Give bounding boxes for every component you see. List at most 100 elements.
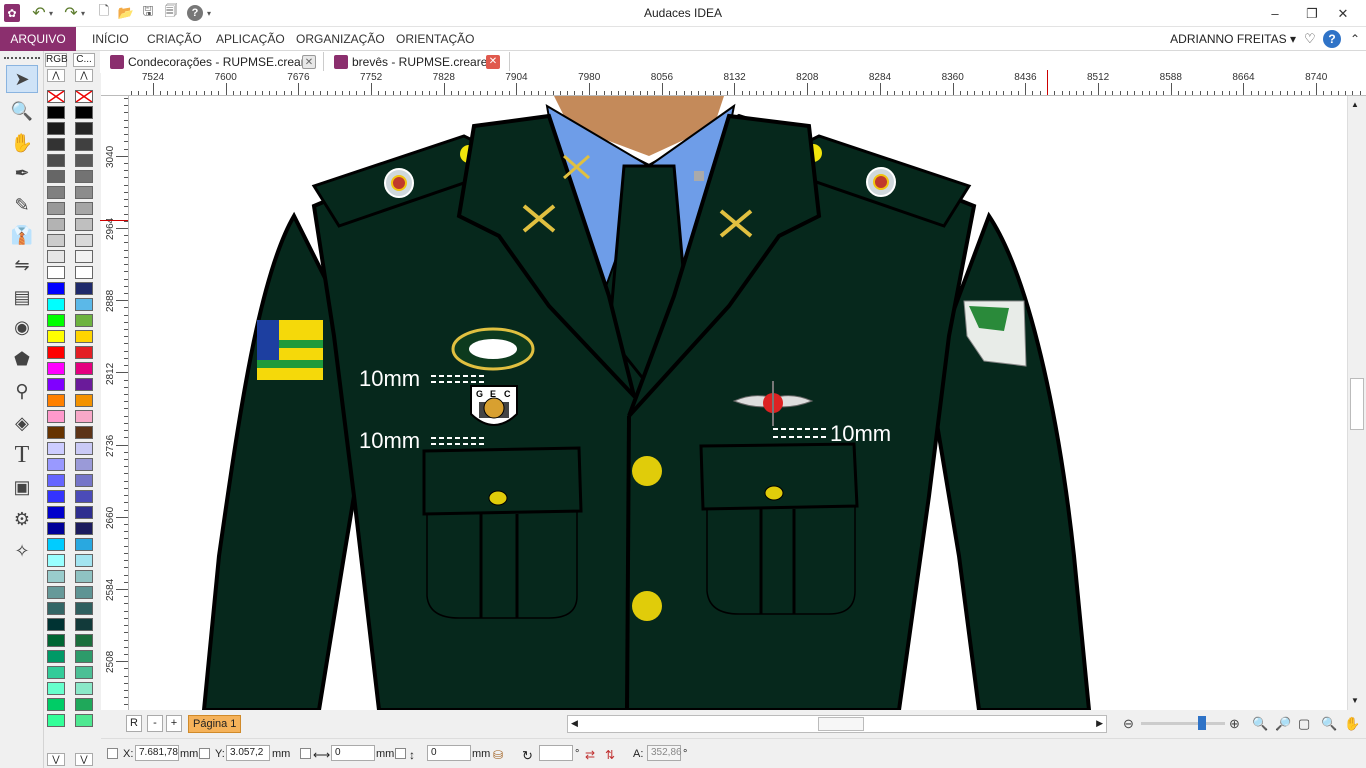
color-swatch[interactable] — [75, 330, 93, 343]
color-swatch[interactable] — [75, 298, 93, 311]
color-swatch[interactable] — [75, 442, 93, 455]
rotation-input[interactable] — [539, 745, 573, 761]
color-swatch[interactable] — [75, 346, 93, 359]
color-swatch[interactable] — [75, 250, 93, 263]
height-input[interactable]: 0 — [427, 745, 471, 761]
user-menu[interactable]: ADRIANNO FREITAS ▾ — [1170, 27, 1296, 51]
measurement-label[interactable]: 10mm — [830, 421, 891, 446]
zoom-in-icon[interactable]: ⊕ — [1229, 716, 1240, 732]
color-swatch[interactable] — [75, 106, 93, 119]
chevron-down-icon[interactable]: ▾ — [47, 4, 55, 22]
color-swatch[interactable] — [47, 474, 65, 487]
drawing-canvas[interactable]: 10mm 10mm 10mm G E C — [129, 96, 1347, 710]
measurement-label[interactable]: 10mm — [359, 366, 420, 391]
zoom-tool-icon[interactable]: 🔍 — [1321, 716, 1337, 732]
page-reset-button[interactable]: R — [126, 715, 142, 732]
palette-scroll-down-icon[interactable]: ⋁ — [75, 753, 93, 766]
color-swatch[interactable] — [47, 282, 65, 295]
color-swatch[interactable] — [75, 474, 93, 487]
color-swatch[interactable] — [75, 202, 93, 215]
color-swatch[interactable] — [47, 698, 65, 711]
color-swatch[interactable] — [47, 122, 65, 135]
x-coordinate-input[interactable]: 7.681,78 — [135, 745, 179, 761]
width-input[interactable]: 0 — [331, 745, 375, 761]
color-swatch[interactable] — [47, 394, 65, 407]
close-tab-icon[interactable]: ✕ — [486, 55, 500, 69]
y-coordinate-input[interactable]: 3.057,2 — [226, 745, 270, 761]
color-swatch[interactable] — [47, 314, 65, 327]
garment-tool-icon[interactable]: 👔 — [6, 221, 38, 249]
lock-proportions-icon[interactable]: ⛁ — [493, 748, 503, 762]
lock-y-checkbox[interactable] — [199, 748, 210, 759]
color-swatch[interactable] — [75, 618, 93, 631]
color-swatch[interactable] — [47, 250, 65, 263]
color-swatch[interactable] — [47, 506, 65, 519]
palette-header[interactable]: RGB — [45, 53, 68, 67]
magic-wand-icon[interactable]: ✧ — [6, 537, 38, 565]
color-swatch[interactable] — [75, 650, 93, 663]
texture-tool-icon[interactable]: ◉ — [6, 313, 38, 341]
scroll-up-arrow-icon[interactable]: ▲ — [1351, 100, 1359, 109]
color-swatch[interactable] — [75, 490, 93, 503]
scrollbar-thumb[interactable] — [1350, 378, 1364, 430]
flip-vertical-icon[interactable]: ⇅ — [605, 748, 615, 762]
zoom-tool-icon[interactable]: 🔍 — [6, 97, 38, 125]
horizontal-scrollbar[interactable]: ◀ ▶ — [567, 715, 1107, 733]
save-icon[interactable]: 🖫 — [140, 3, 156, 22]
color-swatch[interactable] — [47, 442, 65, 455]
color-swatch[interactable] — [75, 586, 93, 599]
color-swatch[interactable] — [47, 298, 65, 311]
color-swatch[interactable] — [75, 554, 93, 567]
color-swatch[interactable] — [47, 570, 65, 583]
color-swatch[interactable] — [47, 490, 65, 503]
flip-horizontal-icon[interactable]: ⇄ — [585, 748, 595, 762]
no-color-swatch[interactable] — [47, 90, 65, 103]
color-swatch[interactable] — [47, 138, 65, 151]
color-swatch[interactable] — [47, 554, 65, 567]
undo-icon[interactable]: ↶ — [30, 4, 48, 22]
redo-icon[interactable]: ↷ — [62, 4, 80, 22]
color-swatch[interactable] — [75, 570, 93, 583]
scroll-right-arrow-icon[interactable]: ▶ — [1096, 718, 1103, 729]
color-swatch[interactable] — [75, 154, 93, 167]
color-swatch[interactable] — [75, 666, 93, 679]
color-swatch[interactable] — [75, 522, 93, 535]
text-tool-icon[interactable]: T — [6, 441, 38, 469]
zoom-fit-icon[interactable]: 🔎 — [1275, 716, 1291, 732]
add-page-button[interactable]: + — [166, 715, 182, 732]
zoom-out-icon[interactable]: ⊖ — [1123, 716, 1134, 732]
color-swatch[interactable] — [47, 218, 65, 231]
horizontal-ruler[interactable]: 7524 7600 7676 7752 7828 7904 7980 8056 8132 8208… — [101, 70, 1366, 96]
palette-scroll-up-icon[interactable]: ⋀ — [75, 69, 93, 82]
lock-height-checkbox[interactable] — [395, 748, 406, 759]
color-swatch[interactable] — [75, 506, 93, 519]
zoom-slider-thumb[interactable] — [1198, 716, 1207, 730]
color-swatch[interactable] — [75, 282, 93, 295]
color-swatch[interactable] — [75, 634, 93, 647]
color-swatch[interactable] — [75, 266, 93, 279]
freehand-tool-icon[interactable]: ✎ — [6, 191, 38, 219]
angle-input[interactable]: 352,86 — [647, 745, 682, 761]
color-swatch[interactable] — [47, 186, 65, 199]
color-swatch[interactable] — [75, 698, 93, 711]
new-file-icon[interactable]: 🗋 — [96, 3, 112, 22]
color-swatch[interactable] — [75, 394, 93, 407]
chevron-down-icon[interactable]: ▾ — [79, 4, 87, 22]
color-swatch[interactable] — [75, 714, 93, 727]
color-swatch[interactable] — [75, 538, 93, 551]
lock-width-checkbox[interactable] — [300, 748, 311, 759]
color-swatch[interactable] — [47, 538, 65, 551]
color-swatch[interactable] — [75, 378, 93, 391]
eyedropper-tool-icon[interactable]: ⚲ — [6, 377, 38, 405]
vertical-ruler[interactable]: 3040 2964 2888 2812 2736 2660 2584 2508 — [100, 96, 129, 710]
color-swatch[interactable] — [75, 218, 93, 231]
scroll-left-arrow-icon[interactable]: ◀ — [571, 718, 578, 729]
lock-x-checkbox[interactable] — [107, 748, 118, 759]
color-swatch[interactable] — [75, 234, 93, 247]
favorite-icon[interactable]: ♡ — [1304, 27, 1316, 51]
color-swatch[interactable] — [47, 170, 65, 183]
color-swatch[interactable] — [47, 634, 65, 647]
color-swatch[interactable] — [47, 106, 65, 119]
tab-condecoracoes[interactable]: Condecorações - RUPMSE.creare ✕ — [106, 52, 324, 72]
color-swatch[interactable] — [75, 170, 93, 183]
